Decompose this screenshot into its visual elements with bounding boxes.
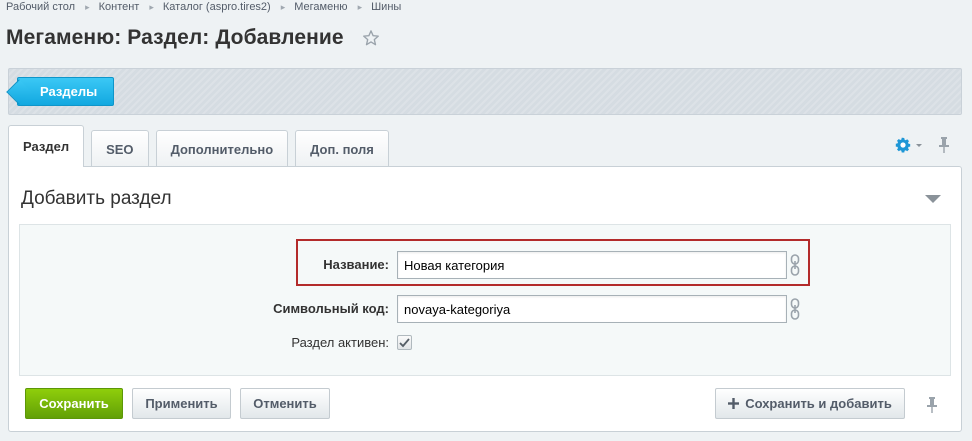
save-and-add-button[interactable]: Сохранить и добавить	[715, 388, 905, 419]
breadcrumb-separator-icon: ▸	[149, 1, 154, 12]
breadcrumb-separator-icon: ▸	[357, 1, 363, 12]
cancel-button[interactable]: Отменить	[240, 388, 330, 419]
toolbar: Разделы	[8, 68, 962, 115]
plus-icon	[728, 398, 740, 409]
pin-icon[interactable]	[925, 396, 939, 414]
apply-button[interactable]: Применить	[132, 388, 231, 419]
breadcrumb-item-desktop[interactable]: Рабочий стол	[6, 1, 75, 13]
sections-button-label: Разделы	[40, 84, 98, 99]
breadcrumb-separator-icon: ▸	[85, 1, 90, 12]
chain-link-icon[interactable]	[790, 298, 800, 320]
breadcrumb-item-tires[interactable]: Шины	[371, 1, 401, 13]
code-label: Символьный код:	[273, 301, 389, 316]
breadcrumb-item-catalog[interactable]: Каталог (aspro.tires2)	[163, 1, 271, 13]
title-row: Мегаменю: Раздел: Добавление	[6, 26, 380, 50]
sections-back-button[interactable]: Разделы	[17, 77, 114, 106]
active-label: Раздел активен:	[291, 335, 389, 350]
star-icon[interactable]	[362, 29, 380, 47]
checkmark-icon	[399, 337, 410, 347]
tab-settings-menu[interactable]	[895, 137, 922, 153]
pin-icon[interactable]	[937, 136, 951, 154]
page-title: Мегаменю: Раздел: Добавление	[6, 26, 344, 49]
tab-seo[interactable]: SEO	[91, 130, 149, 167]
breadcrumb-item-megamenu[interactable]: Мегаменю	[294, 1, 347, 13]
symbolic-code-input[interactable]: novaya-kategoriya	[397, 295, 787, 323]
tab-additional[interactable]: Дополнительно	[155, 130, 289, 167]
gear-icon[interactable]	[895, 137, 911, 153]
save-button[interactable]: Сохранить	[25, 388, 123, 419]
save-and-add-label: Сохранить и добавить	[745, 396, 892, 411]
breadcrumb: Рабочий стол ▸ Контент ▸ Каталог (aspro.…	[6, 0, 401, 14]
panel-title: Добавить раздел	[21, 188, 172, 209]
name-label: Название:	[323, 257, 389, 272]
chevron-down-icon	[916, 143, 922, 147]
tab-extra-fields[interactable]: Доп. поля	[295, 130, 389, 167]
name-input[interactable]: Новая категория	[397, 251, 787, 279]
active-checkbox[interactable]	[397, 335, 412, 350]
breadcrumb-separator-icon: ▸	[280, 1, 286, 12]
tab-bar: Раздел SEO Дополнительно Доп. поля	[8, 125, 396, 167]
chain-link-icon[interactable]	[790, 254, 800, 276]
collapse-arrow-icon[interactable]	[925, 195, 941, 203]
breadcrumb-item-content[interactable]: Контент	[99, 1, 140, 13]
tab-section[interactable]: Раздел	[8, 125, 85, 167]
form-area: Название: Новая категория Символьный код…	[19, 224, 951, 376]
